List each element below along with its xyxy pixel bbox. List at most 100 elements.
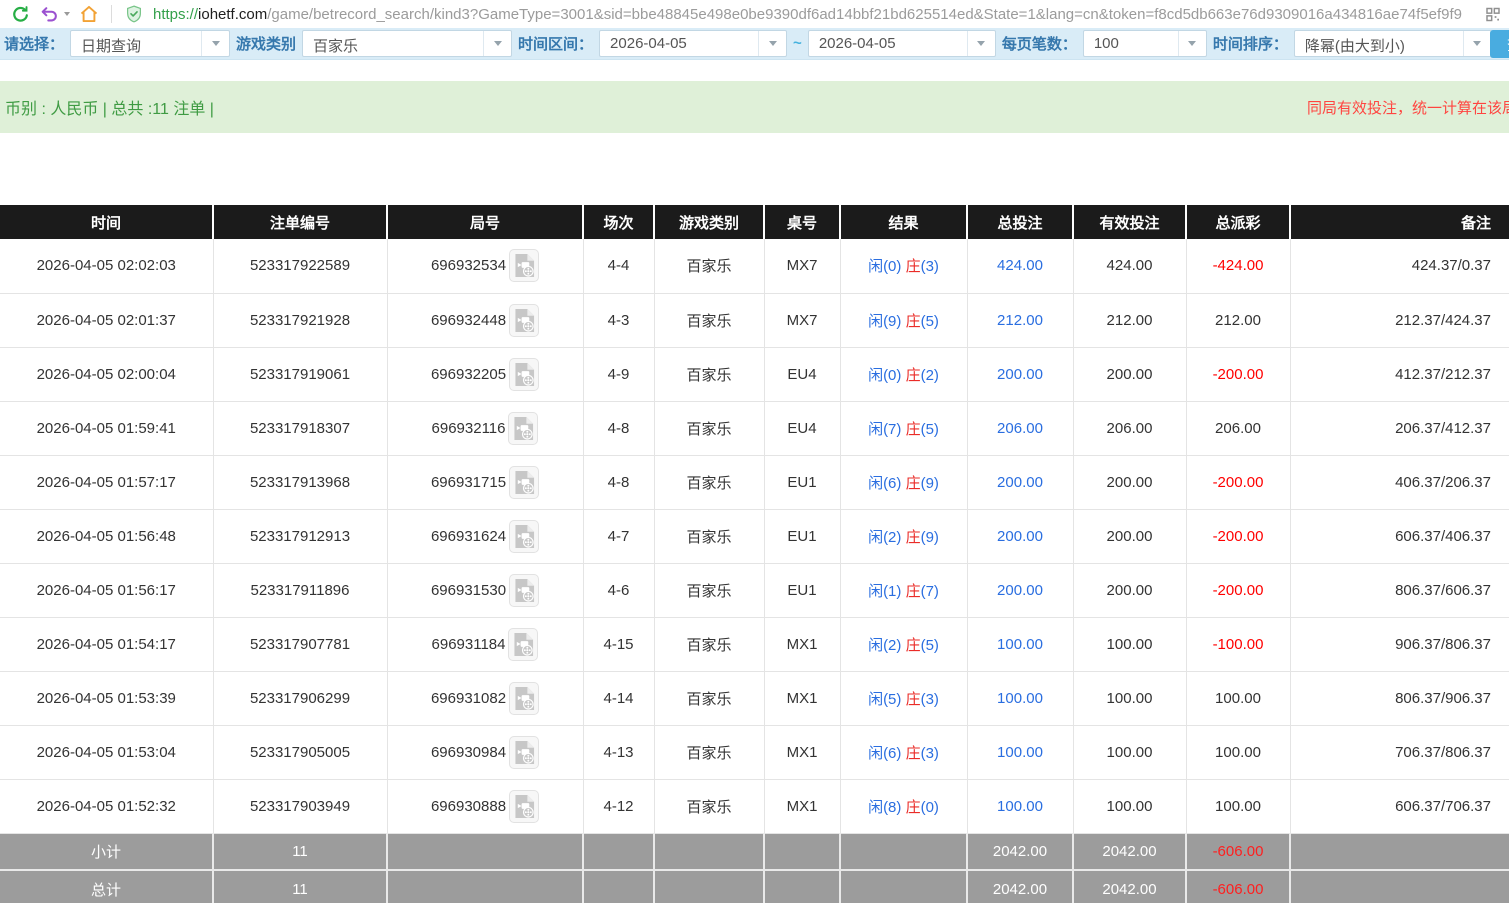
cell-valid-bet: 100.00 <box>1073 671 1186 725</box>
game-type-select[interactable]: 百家乐 <box>302 30 512 57</box>
cell-bet-id: 523317903949 <box>213 779 387 833</box>
video-replay-button[interactable] <box>509 682 539 715</box>
cell-table-code: MX1 <box>764 779 840 833</box>
cell-result: 闲(6) 庄(3) <box>840 725 967 779</box>
date-to-select[interactable]: 2026-04-05 <box>808 30 996 57</box>
cell-valid-bet: 100.00 <box>1073 725 1186 779</box>
video-replay-button[interactable] <box>509 790 539 823</box>
qr-code-icon[interactable] <box>1481 4 1501 24</box>
time-sort-select[interactable]: 降幂(由大到小) <box>1294 30 1492 57</box>
dropdown-button[interactable] <box>1178 31 1206 56</box>
cell-total-bet[interactable]: 424.00 <box>967 239 1073 293</box>
video-replay-icon <box>514 470 535 495</box>
cell-total-bet[interactable]: 100.00 <box>967 671 1073 725</box>
cell-table-code: EU1 <box>764 455 840 509</box>
video-replay-button[interactable] <box>508 412 538 445</box>
filter-bar: 请选择： 日期查询 游戏类别 百家乐 时间区间： 2026-04-05 ~ 20… <box>0 28 1509 60</box>
column-header: 局号 <box>387 205 583 239</box>
toolbar-divider <box>111 5 112 23</box>
cell-round-id: 696931184 <box>387 617 583 671</box>
cell-total-bet[interactable]: 206.00 <box>967 401 1073 455</box>
undo-icon[interactable] <box>39 4 59 24</box>
cell-footer-payout: -606.00 <box>1186 833 1290 870</box>
cell-table-code: EU4 <box>764 401 840 455</box>
dropdown-button[interactable] <box>967 31 995 56</box>
cell-footer-valid-bet: 2042.00 <box>1073 870 1186 903</box>
table-row: 2026-04-05 01:57:17523317913968696931715… <box>0 455 1509 509</box>
cell-session: 4-8 <box>583 401 654 455</box>
home-icon[interactable] <box>79 4 99 24</box>
result-text: 闲(2) <box>868 637 906 654</box>
result-text: 闲(8) <box>868 799 906 816</box>
cell-table-code: EU1 <box>764 563 840 617</box>
cell-total-bet[interactable]: 212.00 <box>967 293 1073 347</box>
cell-game-type: 百家乐 <box>654 347 764 401</box>
column-header: 桌号 <box>764 205 840 239</box>
security-shield-icon[interactable] <box>124 4 144 24</box>
cell-bet-id: 523317911896 <box>213 563 387 617</box>
video-replay-icon <box>514 686 535 711</box>
cell-payout: -424.00 <box>1186 239 1290 293</box>
cell-result: 闲(5) 庄(3) <box>840 671 967 725</box>
video-replay-button[interactable] <box>509 358 539 391</box>
cell-footer-session <box>583 833 654 870</box>
cell-total-bet[interactable]: 200.00 <box>967 563 1073 617</box>
cell-remark: 412.37/212.37 <box>1290 347 1509 401</box>
cell-total-bet[interactable]: 100.00 <box>967 779 1073 833</box>
cell-valid-bet: 206.00 <box>1073 401 1186 455</box>
cell-result: 闲(6) 庄(9) <box>840 455 967 509</box>
video-replay-button[interactable] <box>509 520 539 553</box>
video-replay-button[interactable] <box>509 466 539 499</box>
reload-icon[interactable] <box>10 4 30 24</box>
cell-time: 2026-04-05 01:53:04 <box>0 725 213 779</box>
video-replay-icon <box>514 794 535 819</box>
table-row: 2026-04-05 01:52:32523317903949696930888… <box>0 779 1509 833</box>
video-replay-icon <box>514 578 535 603</box>
cell-payout: -200.00 <box>1186 563 1290 617</box>
cell-total-bet[interactable]: 100.00 <box>967 725 1073 779</box>
date-from-select[interactable]: 2026-04-05 <box>599 30 787 57</box>
table-row: 2026-04-05 01:56:17523317911896696931530… <box>0 563 1509 617</box>
dropdown-button[interactable] <box>483 31 511 56</box>
cell-result: 闲(1) 庄(7) <box>840 563 967 617</box>
url-domain: iohetf.com <box>198 6 267 23</box>
cell-payout: -200.00 <box>1186 347 1290 401</box>
video-replay-button[interactable] <box>509 304 539 337</box>
table-row: 2026-04-05 01:56:48523317912913696931624… <box>0 509 1509 563</box>
dropdown-button[interactable] <box>758 31 786 56</box>
dropdown-button[interactable] <box>201 31 229 56</box>
search-button[interactable]: 查询 <box>1490 30 1509 58</box>
cell-game-type: 百家乐 <box>654 563 764 617</box>
video-replay-icon <box>514 253 535 278</box>
cell-table-code: MX7 <box>764 293 840 347</box>
column-header: 结果 <box>840 205 967 239</box>
time-sort-label: 时间排序： <box>1213 33 1288 54</box>
cell-footer-payout: -606.00 <box>1186 870 1290 903</box>
game-type-value: 百家乐 <box>303 31 483 56</box>
video-replay-button[interactable] <box>509 736 539 769</box>
result-text: (0) <box>921 799 939 816</box>
cell-total-bet[interactable]: 200.00 <box>967 455 1073 509</box>
video-replay-button[interactable] <box>509 249 539 282</box>
query-type-select[interactable]: 日期查询 <box>70 30 230 57</box>
cell-footer-valid-bet: 2042.00 <box>1073 833 1186 870</box>
cell-total-bet[interactable]: 200.00 <box>967 509 1073 563</box>
undo-dropdown-caret[interactable] <box>64 12 70 16</box>
cell-time: 2026-04-05 01:56:17 <box>0 563 213 617</box>
result-text: 庄 <box>906 637 921 654</box>
cell-footer-remark <box>1290 870 1509 903</box>
cell-game-type: 百家乐 <box>654 725 764 779</box>
video-replay-button[interactable] <box>509 574 539 607</box>
cell-result: 闲(0) 庄(2) <box>840 347 967 401</box>
cell-footer-table <box>764 833 840 870</box>
cell-footer-count: 11 <box>213 870 387 903</box>
dropdown-button[interactable] <box>1463 31 1491 56</box>
result-text: 庄 <box>906 475 921 492</box>
cell-round-id: 696930888 <box>387 779 583 833</box>
cell-session: 4-15 <box>583 617 654 671</box>
video-replay-button[interactable] <box>508 628 538 661</box>
page-size-select[interactable]: 100 <box>1083 30 1207 57</box>
address-bar[interactable]: https://iohetf.com/game/betrecord_search… <box>153 6 1499 23</box>
cell-total-bet[interactable]: 100.00 <box>967 617 1073 671</box>
cell-total-bet[interactable]: 200.00 <box>967 347 1073 401</box>
